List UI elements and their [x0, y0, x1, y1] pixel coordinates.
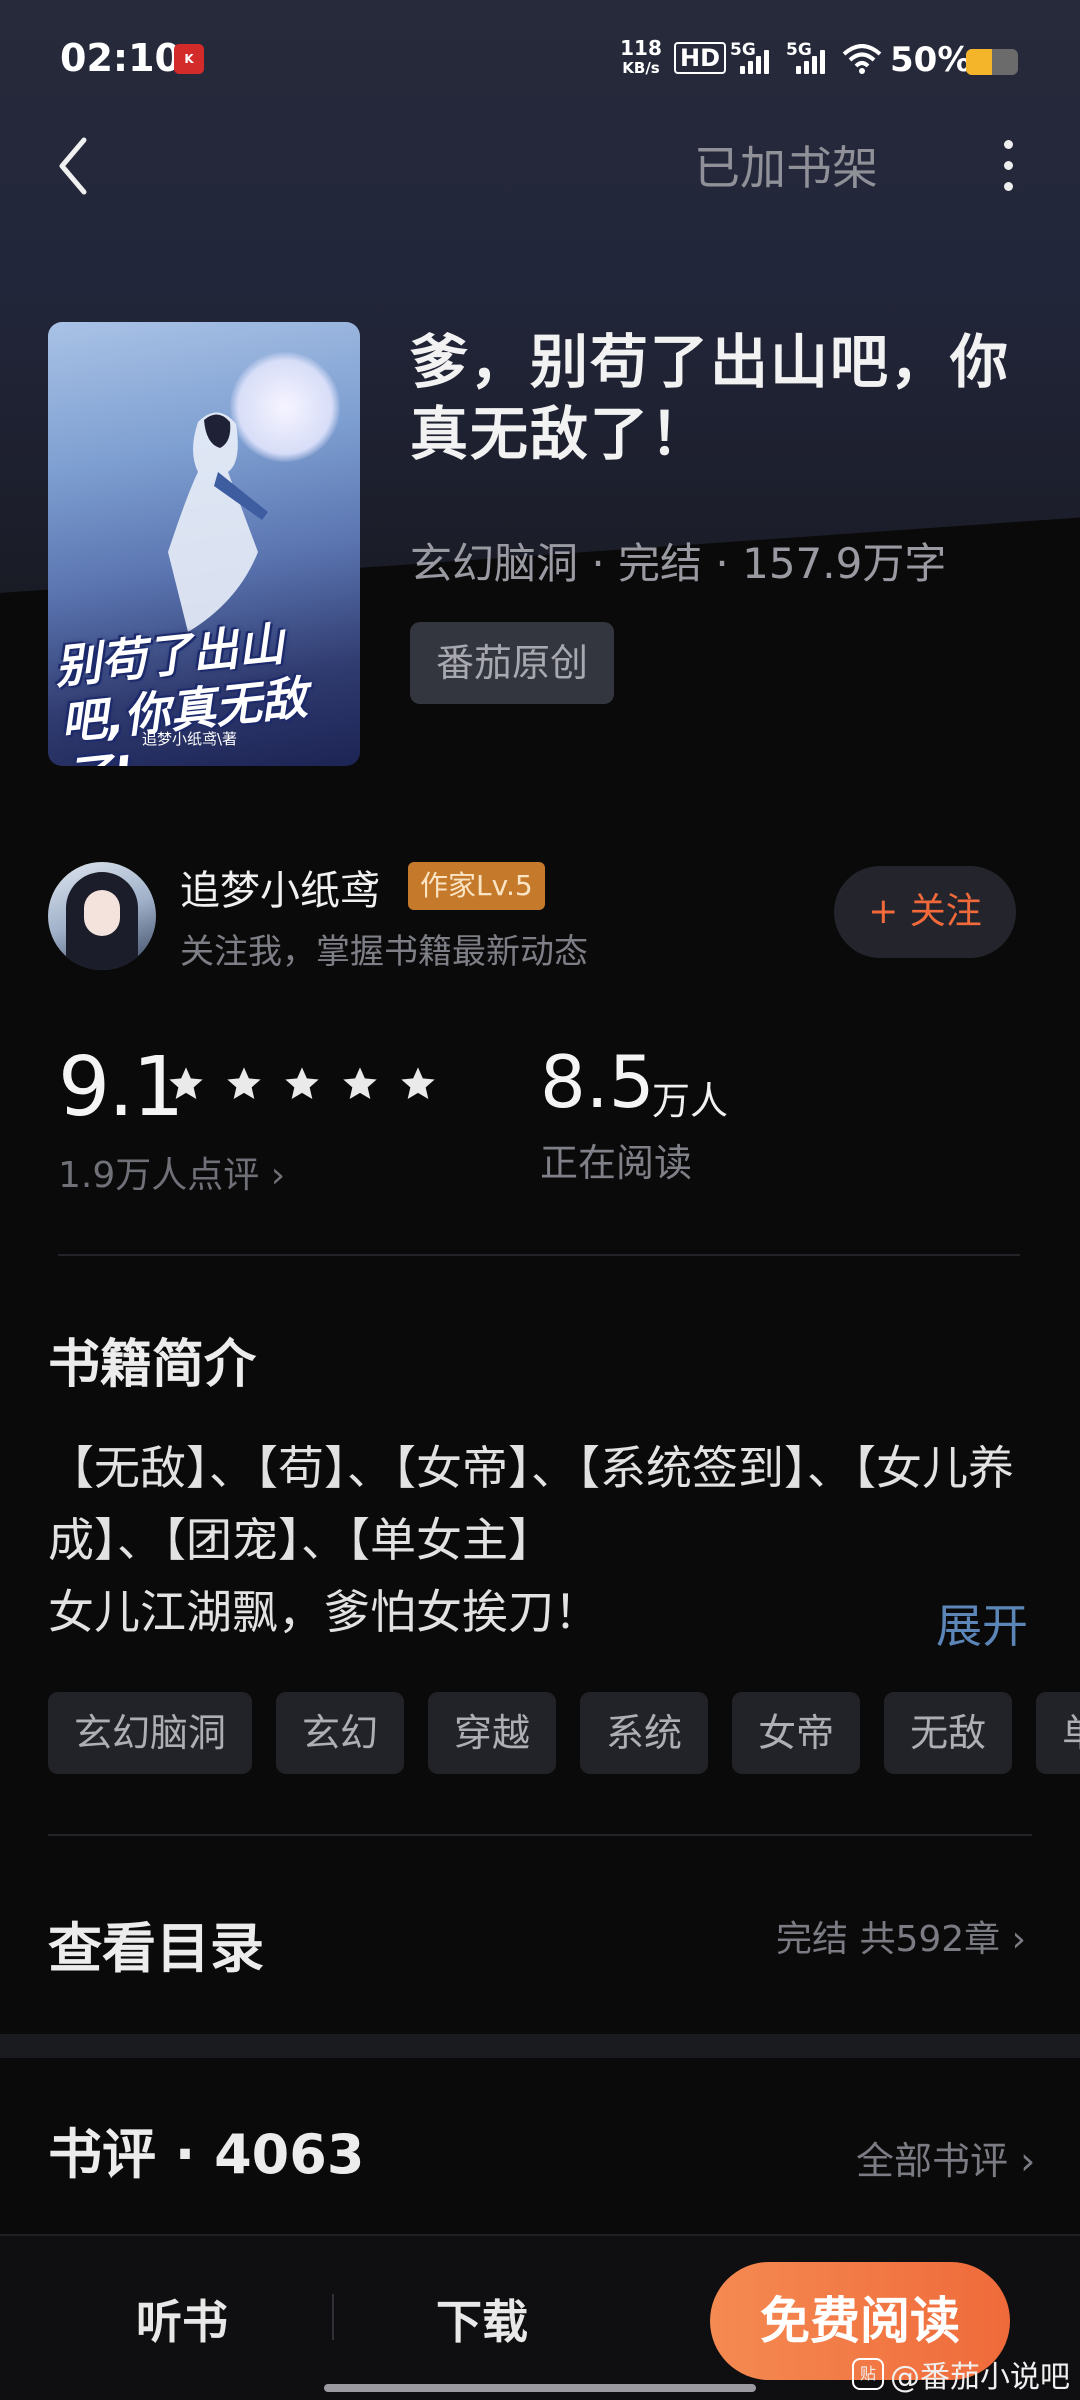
book-detail-page: 02:10 K 118 KB/s HD 5G 5G 50% 已加书架 别苟了出山… — [0, 0, 1080, 2400]
reading-unit: 万人 — [652, 1079, 729, 1123]
divider — [48, 1834, 1032, 1836]
follow-button[interactable]: + 关注 — [834, 866, 1016, 958]
intro-tags-line: 【无敌】、【苟】、【女帝】、【系统签到】、【女儿养成】、【团宠】、【单女主】 — [48, 1441, 1014, 1567]
network-speed: 118 KB/s — [620, 36, 662, 77]
watermark-text: @番茄小说吧 — [890, 2360, 1070, 2395]
intro-title: 书籍简介 — [48, 1335, 257, 1395]
signal-icon-1 — [740, 48, 769, 74]
star-icon — [343, 1067, 377, 1099]
rating-score: 9.1 — [58, 1040, 184, 1135]
cover-author-text: 追梦小纸鸢\著 — [142, 730, 238, 748]
book-meta: 玄幻脑洞 · 完结 · 157.9万字 — [410, 539, 947, 588]
genre-tag[interactable]: 女帝 — [732, 1692, 861, 1774]
bottom-bar-separator — [332, 2294, 334, 2340]
book-title: 爹，别苟了出山吧，你真无敌了！ — [410, 328, 1011, 468]
intro-text[interactable]: 【无敌】、【苟】、【女帝】、【系统签到】、【女儿养成】、【团宠】、【单女主】 女… — [48, 1432, 1038, 1648]
more-dot-icon — [1003, 139, 1013, 149]
section-divider — [0, 2034, 1080, 2058]
author-level-badge: 作家Lv.5 — [408, 862, 545, 910]
genre-tag[interactable]: 玄幻脑洞 — [48, 1692, 253, 1774]
genre-tag[interactable]: 无敌 — [884, 1692, 1013, 1774]
cover-character-illustration — [168, 412, 268, 632]
intro-tagline: 女儿江湖飘，爹怕女挨刀！ — [48, 1585, 600, 1639]
battery-percent: 50% — [890, 40, 972, 80]
rating-stars — [166, 1064, 438, 1104]
author-name[interactable]: 追梦小纸鸢 — [180, 858, 380, 916]
star-icon — [285, 1067, 319, 1099]
status-time: 02:10 — [60, 36, 181, 80]
genre-tag[interactable]: 玄幻 — [276, 1692, 405, 1774]
star-icon — [401, 1067, 435, 1099]
added-to-shelf-label[interactable]: 已加书架 — [694, 132, 878, 198]
battery-icon — [966, 49, 1018, 75]
notification-app-icon: K — [174, 44, 204, 74]
book-cover[interactable]: 别苟了出山吧,你真无敌了! 追梦小纸鸢\著 — [48, 322, 360, 766]
more-dot-icon — [1003, 160, 1013, 170]
original-badge: 番茄原创 — [410, 622, 615, 704]
tag-list: 玄幻脑洞玄幻穿越系统女帝无敌单 — [48, 1692, 1080, 1774]
expand-button[interactable]: 展开 — [936, 1590, 1028, 1656]
battery-fill — [966, 49, 992, 75]
home-indicator[interactable] — [324, 2384, 756, 2392]
divider — [58, 1254, 1020, 1256]
author-subtitle: 关注我，掌握书籍最新动态 — [180, 932, 588, 972]
catalog-title[interactable]: 查看目录 — [48, 1904, 264, 1983]
reading-label: 正在阅读 — [540, 1141, 693, 1185]
genre-tag[interactable]: 系统 — [580, 1692, 709, 1774]
reviews-count-link[interactable]: 1.9万人点评 › — [58, 1146, 285, 1198]
star-icon — [227, 1067, 261, 1099]
listen-button[interactable]: 听书 — [136, 2286, 228, 2352]
genre-tag[interactable]: 单 — [1036, 1692, 1080, 1774]
star-icon — [169, 1067, 203, 1099]
genre-tag[interactable]: 穿越 — [428, 1692, 557, 1774]
download-button[interactable]: 下载 — [436, 2286, 528, 2352]
back-button[interactable] — [44, 128, 104, 204]
wifi-icon — [842, 44, 882, 74]
tieba-icon: 贴 — [852, 2358, 884, 2390]
more-options-button[interactable] — [988, 130, 1028, 200]
catalog-info-link[interactable]: 完结 共592章 › — [776, 1910, 1026, 1962]
hd-voice-icon: HD — [674, 42, 727, 74]
reading-count: 8.5 — [540, 1040, 655, 1124]
watermark: 贴 @番茄小说吧 — [852, 2352, 1070, 2396]
all-reviews-link[interactable]: 全部书评 › — [856, 2130, 1035, 2185]
status-bar: 02:10 K 118 KB/s HD 5G 5G 50% — [0, 0, 1080, 120]
more-dot-icon — [1003, 181, 1013, 191]
author-avatar[interactable] — [48, 862, 156, 970]
signal-icon-2 — [796, 48, 825, 74]
reviews-title: 书评 · 4063 — [48, 2123, 365, 2186]
